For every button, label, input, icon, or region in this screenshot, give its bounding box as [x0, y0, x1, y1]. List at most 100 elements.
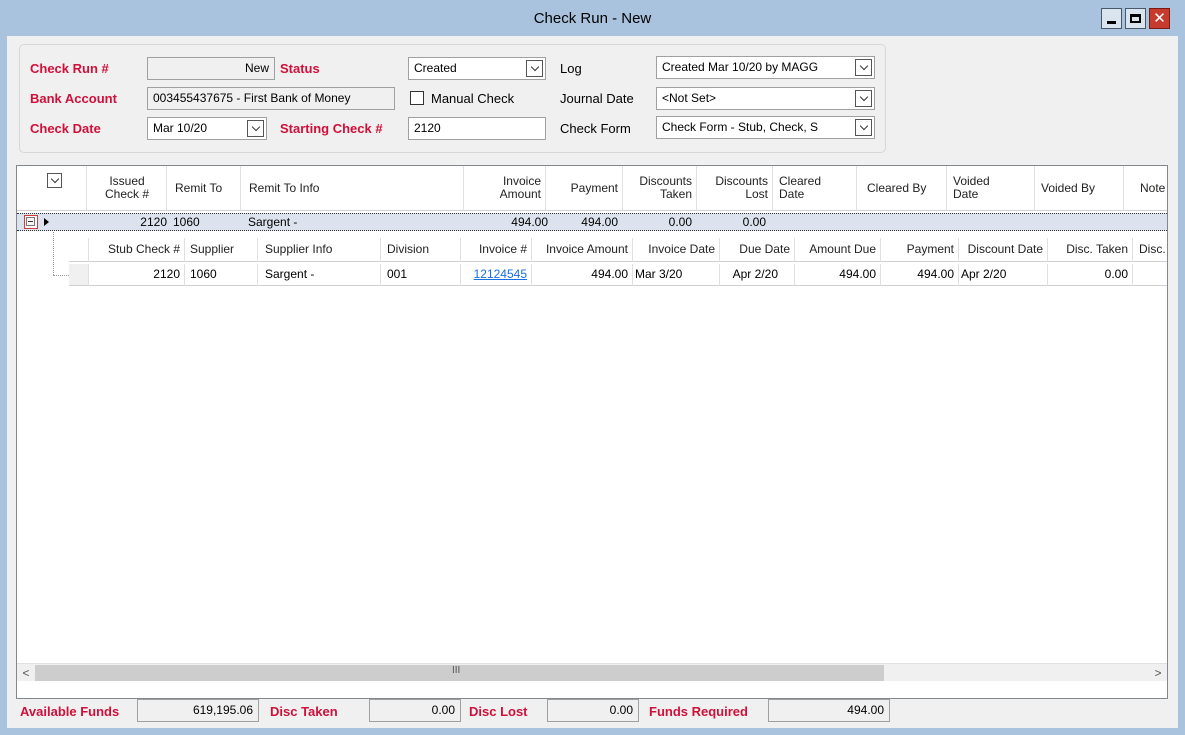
- col-cleared-date[interactable]: Cleared Date: [773, 166, 857, 211]
- col-payment[interactable]: Payment: [546, 166, 623, 211]
- check-form-label: Check Form: [560, 121, 631, 136]
- close-button[interactable]: ✕: [1149, 8, 1170, 29]
- col-note-label: Note: [1140, 181, 1166, 195]
- col-cleared-by-label: Cleared By: [867, 181, 927, 195]
- sub-row-disc-taken: 0.00: [1048, 264, 1133, 286]
- sub-col-invoice-no[interactable]: Invoice #: [461, 238, 532, 262]
- row-invoice-amount: 494.00: [511, 215, 548, 229]
- sub-col-stub-check[interactable]: Stub Check #: [89, 238, 185, 262]
- minimize-button[interactable]: [1101, 8, 1122, 29]
- chevron-down-icon: [50, 174, 59, 184]
- sub-row-invoice-cell: 12124545: [461, 264, 532, 286]
- row-discounts-taken: 0.00: [668, 215, 692, 229]
- chevron-down-icon[interactable]: [855, 119, 872, 136]
- check-run-label: Check Run #: [30, 61, 109, 76]
- column-chooser-dropdown[interactable]: [47, 173, 62, 188]
- check-date-label: Check Date: [30, 121, 101, 136]
- available-funds-label: Available Funds: [20, 704, 120, 719]
- row-issued-check: 2120: [140, 215, 167, 229]
- col-invoice-amount[interactable]: Invoice Amount: [464, 166, 546, 211]
- status-dropdown[interactable]: Created: [408, 57, 546, 80]
- col-remit-to-label: Remit To: [175, 181, 223, 195]
- sub-col-disc-taken[interactable]: Disc. Taken: [1048, 238, 1133, 262]
- col-discounts-taken-line1: Discounts: [639, 174, 692, 188]
- sub-row-supplier-info: Sargent -: [258, 264, 381, 286]
- col-discounts-lost-line1: Discounts: [715, 174, 768, 188]
- starting-check-input[interactable]: 2120: [408, 117, 546, 140]
- sub-row-division: 001: [381, 264, 461, 286]
- col-payment-label: Payment: [570, 181, 618, 195]
- col-cleared-by[interactable]: Cleared By: [857, 166, 947, 211]
- sub-row-payment: 494.00: [881, 264, 959, 286]
- manual-check-checkbox[interactable]: [410, 91, 424, 105]
- sub-row-invoice-date: Mar 3/20: [633, 264, 720, 286]
- manual-check-label: Manual Check: [431, 91, 515, 106]
- sub-row-due-date: Apr 2/20: [720, 264, 795, 286]
- col-voided-by-label: Voided By: [1041, 181, 1096, 195]
- horizontal-scrollbar[interactable]: < III >: [17, 663, 1167, 681]
- col-remit-to[interactable]: Remit To: [167, 166, 241, 211]
- status-label: Status: [280, 61, 320, 76]
- journal-date-dropdown[interactable]: <Not Set>: [656, 87, 875, 110]
- journal-date-label: Journal Date: [560, 91, 634, 106]
- sub-row-selector[interactable]: [69, 264, 89, 286]
- check-form-dropdown[interactable]: Check Form - Stub, Check, S: [656, 116, 875, 139]
- sub-col-division[interactable]: Division: [381, 238, 461, 262]
- col-cleared-date-line2: Date: [779, 187, 805, 201]
- tree-line: [53, 275, 69, 276]
- sub-col-invoice-date[interactable]: Invoice Date: [633, 238, 720, 262]
- col-remit-to-info-label: Remit To Info: [249, 181, 320, 195]
- sub-col-supplier[interactable]: Supplier: [185, 238, 258, 262]
- check-form-value: Check Form - Stub, Check, S: [662, 120, 819, 134]
- chevron-down-icon[interactable]: [526, 60, 543, 77]
- sub-col-disc[interactable]: Disc.: [1133, 238, 1167, 262]
- col-discounts-taken[interactable]: Discounts Taken: [623, 166, 697, 211]
- col-issued-check-line2: Check #: [104, 187, 150, 201]
- col-remit-to-info[interactable]: Remit To Info: [241, 166, 464, 211]
- bank-account-field: 003455437675 - First Bank of Money: [147, 87, 395, 110]
- sub-col-due-date[interactable]: Due Date: [720, 238, 795, 262]
- funds-required-label: Funds Required: [649, 704, 748, 719]
- table-row[interactable]: 2120 1060 Sargent - 494.00 494.00 0.00 0…: [17, 213, 1167, 231]
- disc-taken-field: 0.00: [369, 699, 461, 722]
- journal-date-value: <Not Set>: [662, 91, 717, 105]
- col-voided-by[interactable]: Voided By: [1035, 166, 1124, 211]
- log-dropdown[interactable]: Created Mar 10/20 by MAGG: [656, 56, 875, 79]
- col-invoice-amount-line2: Amount: [499, 187, 541, 201]
- disc-lost-field: 0.00: [547, 699, 639, 722]
- scroll-left-icon[interactable]: <: [17, 664, 35, 682]
- sub-row-invoice-amount: 494.00: [532, 264, 633, 286]
- sub-header-spacer: [69, 238, 89, 262]
- invoice-link[interactable]: 12124545: [474, 267, 527, 281]
- scroll-right-icon[interactable]: >: [1149, 664, 1167, 682]
- chevron-down-icon[interactable]: [855, 59, 872, 76]
- sub-col-discount-date[interactable]: Discount Date: [959, 238, 1048, 262]
- check-run-number-field: New: [147, 57, 275, 80]
- check-date-picker[interactable]: Mar 10/20: [147, 117, 267, 140]
- sub-col-supplier-info[interactable]: Supplier Info: [258, 238, 381, 262]
- check-run-grid: Issued Check # Remit To Remit To Info In…: [16, 165, 1168, 699]
- chevron-down-icon[interactable]: [855, 90, 872, 107]
- minimize-icon: [1107, 21, 1116, 24]
- col-note[interactable]: Note: [1124, 166, 1167, 211]
- sub-col-payment[interactable]: Payment: [881, 238, 959, 262]
- disc-lost-label: Disc Lost: [469, 704, 528, 719]
- col-issued-check[interactable]: Issued Check #: [87, 166, 167, 211]
- maximize-button[interactable]: [1125, 8, 1146, 29]
- collapse-row-button[interactable]: [24, 215, 38, 229]
- sub-row-disc: [1133, 264, 1167, 286]
- log-value: Created Mar 10/20 by MAGG: [662, 60, 819, 74]
- row-pointer-icon: [44, 218, 49, 226]
- collapse-icon: [26, 217, 35, 226]
- col-cleared-date-line1: Cleared: [779, 174, 822, 188]
- sub-col-amount-due[interactable]: Amount Due: [795, 238, 881, 262]
- row-remit-to-info: Sargent -: [248, 215, 298, 229]
- title-bar[interactable]: Check Run - New ✕: [0, 0, 1185, 36]
- check-run-window: Check Run - New ✕ Check Run # New Status…: [0, 0, 1185, 735]
- chevron-down-icon[interactable]: [247, 120, 264, 137]
- col-discounts-lost[interactable]: Discounts Lost: [697, 166, 773, 211]
- col-voided-date[interactable]: Voided Date: [947, 166, 1035, 211]
- sub-col-invoice-amount[interactable]: Invoice Amount: [532, 238, 633, 262]
- client-area: Check Run # New Status Created Log Creat…: [7, 36, 1178, 728]
- tree-line: [53, 232, 54, 275]
